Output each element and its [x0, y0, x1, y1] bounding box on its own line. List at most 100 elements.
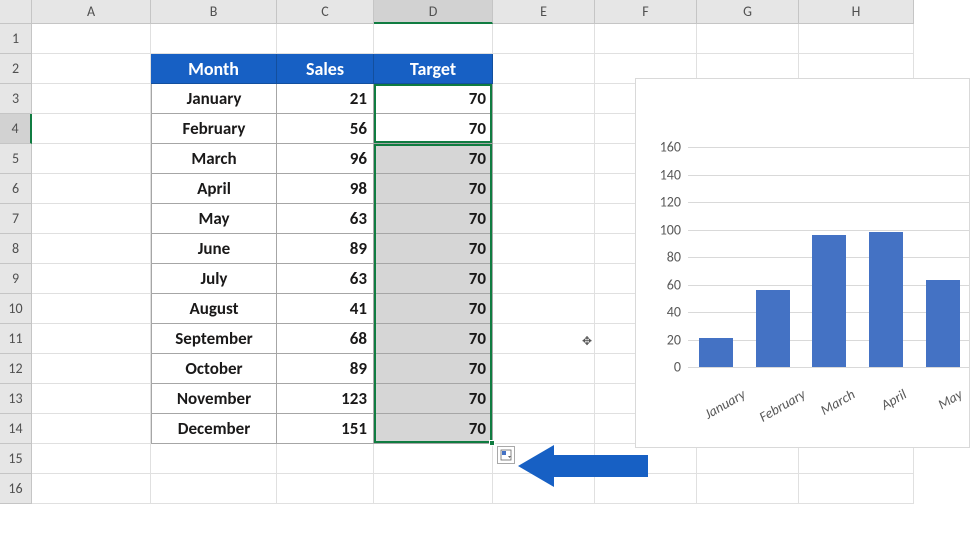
- cell-D11[interactable]: 70: [374, 324, 493, 354]
- row-header-16[interactable]: 16: [0, 474, 32, 504]
- row-header-10[interactable]: 10: [0, 294, 32, 324]
- cell-A15[interactable]: [32, 444, 151, 474]
- cell-A9[interactable]: [32, 264, 151, 294]
- chart-bar-May[interactable]: [926, 280, 960, 367]
- cell-B6[interactable]: April: [151, 174, 277, 204]
- cell-C16[interactable]: [277, 474, 374, 504]
- cell-E16[interactable]: [493, 474, 595, 504]
- cell-D14[interactable]: 70: [374, 414, 493, 444]
- row-header-14[interactable]: 14: [0, 414, 32, 444]
- cell-H1[interactable]: [799, 24, 914, 54]
- cell-G15[interactable]: [697, 444, 799, 474]
- cell-E12[interactable]: [493, 354, 595, 384]
- chart-bar-February[interactable]: [756, 290, 790, 367]
- fill-handle[interactable]: [489, 440, 495, 446]
- select-all-corner[interactable]: [0, 0, 32, 24]
- cell-E6[interactable]: [493, 174, 595, 204]
- cell-B9[interactable]: July: [151, 264, 277, 294]
- cell-D5[interactable]: 70: [374, 144, 493, 174]
- cell-A4[interactable]: [32, 114, 151, 144]
- col-header-G[interactable]: G: [697, 0, 799, 24]
- cell-D2[interactable]: Target: [374, 54, 493, 84]
- cell-E3[interactable]: [493, 84, 595, 114]
- cell-D8[interactable]: 70: [374, 234, 493, 264]
- cell-E8[interactable]: [493, 234, 595, 264]
- cell-C2[interactable]: Sales: [277, 54, 374, 84]
- cell-D6[interactable]: 70: [374, 174, 493, 204]
- cell-C9[interactable]: 63: [277, 264, 374, 294]
- cell-A16[interactable]: [32, 474, 151, 504]
- cell-B16[interactable]: [151, 474, 277, 504]
- cell-B14[interactable]: December: [151, 414, 277, 444]
- cell-E2[interactable]: [493, 54, 595, 84]
- cell-B11[interactable]: September: [151, 324, 277, 354]
- chart-bar-January[interactable]: [699, 338, 733, 367]
- cell-A6[interactable]: [32, 174, 151, 204]
- cell-E7[interactable]: [493, 204, 595, 234]
- cell-A13[interactable]: [32, 384, 151, 414]
- cell-B3[interactable]: January: [151, 84, 277, 114]
- cell-B7[interactable]: May: [151, 204, 277, 234]
- col-header-C[interactable]: C: [277, 0, 374, 24]
- cell-C7[interactable]: 63: [277, 204, 374, 234]
- cell-A8[interactable]: [32, 234, 151, 264]
- cell-B15[interactable]: [151, 444, 277, 474]
- cell-C6[interactable]: 98: [277, 174, 374, 204]
- row-header-6[interactable]: 6: [0, 174, 32, 204]
- row-header-12[interactable]: 12: [0, 354, 32, 384]
- cell-E14[interactable]: [493, 414, 595, 444]
- cell-C3[interactable]: 21: [277, 84, 374, 114]
- cell-A5[interactable]: [32, 144, 151, 174]
- row-header-11[interactable]: 11: [0, 324, 32, 354]
- cell-B12[interactable]: October: [151, 354, 277, 384]
- cell-D13[interactable]: 70: [374, 384, 493, 414]
- autofill-options-button[interactable]: [497, 446, 515, 464]
- cell-B5[interactable]: March: [151, 144, 277, 174]
- cell-H16[interactable]: [799, 474, 914, 504]
- cell-B4[interactable]: February: [151, 114, 277, 144]
- cell-D7[interactable]: 70: [374, 204, 493, 234]
- chart-bar-April[interactable]: [869, 232, 903, 367]
- cell-D9[interactable]: 70: [374, 264, 493, 294]
- cell-C13[interactable]: 123: [277, 384, 374, 414]
- cell-G1[interactable]: [697, 24, 799, 54]
- col-header-A[interactable]: A: [32, 0, 151, 24]
- row-header-1[interactable]: 1: [0, 24, 32, 54]
- cell-C15[interactable]: [277, 444, 374, 474]
- col-header-H[interactable]: H: [799, 0, 914, 24]
- cell-D3[interactable]: 70: [374, 84, 493, 114]
- cell-E11[interactable]: [493, 324, 595, 354]
- cell-C1[interactable]: [277, 24, 374, 54]
- cell-D12[interactable]: 70: [374, 354, 493, 384]
- row-header-15[interactable]: 15: [0, 444, 32, 474]
- row-header-2[interactable]: 2: [0, 54, 32, 84]
- cell-F16[interactable]: [595, 474, 697, 504]
- cell-A2[interactable]: [32, 54, 151, 84]
- cell-E5[interactable]: [493, 144, 595, 174]
- row-header-5[interactable]: 5: [0, 144, 32, 174]
- cell-E4[interactable]: [493, 114, 595, 144]
- cell-A12[interactable]: [32, 354, 151, 384]
- cell-A14[interactable]: [32, 414, 151, 444]
- cell-C12[interactable]: 89: [277, 354, 374, 384]
- cell-E10[interactable]: [493, 294, 595, 324]
- cell-A11[interactable]: [32, 324, 151, 354]
- row-header-13[interactable]: 13: [0, 384, 32, 414]
- cell-C11[interactable]: 68: [277, 324, 374, 354]
- cell-G16[interactable]: [697, 474, 799, 504]
- cell-C8[interactable]: 89: [277, 234, 374, 264]
- cell-B8[interactable]: June: [151, 234, 277, 264]
- row-header-9[interactable]: 9: [0, 264, 32, 294]
- cell-H15[interactable]: [799, 444, 914, 474]
- cell-A10[interactable]: [32, 294, 151, 324]
- cell-D1[interactable]: [374, 24, 493, 54]
- cell-D10[interactable]: 70: [374, 294, 493, 324]
- row-header-8[interactable]: 8: [0, 234, 32, 264]
- cell-F15[interactable]: [595, 444, 697, 474]
- cell-C10[interactable]: 41: [277, 294, 374, 324]
- embedded-chart[interactable]: 020406080100120140160 JanuaryFebruaryMar…: [635, 78, 970, 448]
- cell-B2[interactable]: Month: [151, 54, 277, 84]
- row-header-4[interactable]: 4: [0, 114, 32, 144]
- row-header-3[interactable]: 3: [0, 84, 32, 114]
- cell-F1[interactable]: [595, 24, 697, 54]
